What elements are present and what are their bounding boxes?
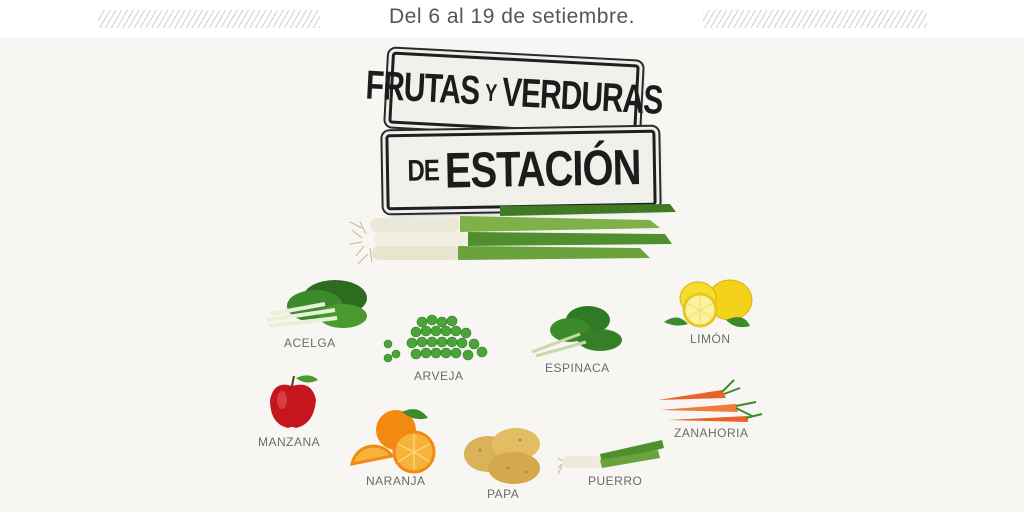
label-acelga: ACELGA — [284, 336, 336, 350]
carrot-illustration — [658, 379, 763, 422]
title-word-estacion: ESTACIÓN — [444, 139, 641, 199]
leek-stalk-1 — [370, 218, 460, 232]
leek-roots — [350, 221, 373, 265]
chard-illustration — [266, 280, 367, 328]
peas-illustration — [383, 314, 488, 363]
label-puerro: PUERRO — [588, 474, 643, 488]
title-word-de: DE — [407, 153, 440, 189]
leek-stalk-2 — [374, 232, 469, 246]
label-zanahoria: ZANAHORIA — [674, 426, 749, 440]
leek-illustration — [558, 440, 664, 475]
orange-illustration — [350, 409, 436, 474]
header-bar: Del 6 al 19 de setiembre. — [0, 0, 1024, 38]
leek-bundle-illustration — [350, 204, 676, 265]
label-limon: LIMÓN — [690, 332, 731, 346]
title-word-verduras: VERDURAS — [500, 70, 664, 124]
title-word-frutas: FRUTAS — [364, 63, 481, 114]
leek-leaf-1 — [460, 216, 660, 232]
label-espinaca: ESPINACA — [545, 361, 610, 375]
leek-leaf-2 — [468, 232, 672, 246]
title-word-y: Y — [484, 78, 497, 106]
label-arveja: ARVEJA — [414, 369, 464, 383]
hatch-decoration-left — [98, 10, 320, 28]
title-sign-top: FRUTAS Y VERDURAS — [365, 51, 663, 137]
label-naranja: NARANJA — [366, 474, 426, 488]
label-manzana: MANZANA — [258, 435, 321, 449]
potato-illustration — [464, 428, 540, 484]
leek-stalk-3 — [372, 246, 460, 260]
leek-leaf-4 — [500, 204, 676, 216]
apple-illustration — [270, 375, 318, 428]
leek-leaf-3 — [458, 246, 650, 260]
label-papa: PAPA — [487, 487, 520, 501]
lemon-illustration — [664, 279, 753, 328]
date-range-text: Del 6 al 19 de setiembre. — [389, 5, 635, 28]
spinach-illustration — [531, 306, 622, 358]
hatch-decoration-right — [703, 10, 927, 28]
